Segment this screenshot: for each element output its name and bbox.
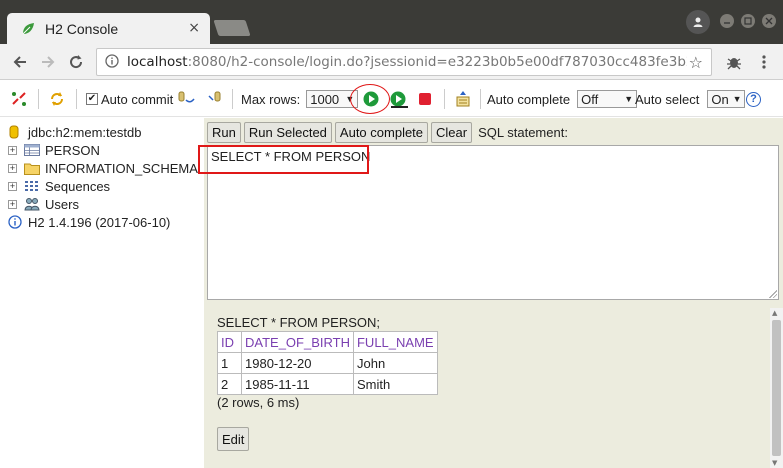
tree-item-label: PERSON [45, 142, 100, 158]
tree-item-label: INFORMATION_SCHEMA [45, 160, 198, 176]
result-summary: (2 rows, 6 ms) [217, 395, 300, 410]
commit-icon[interactable] [206, 89, 226, 109]
maximize-icon[interactable] [741, 14, 755, 28]
auto-complete-label: Auto complete [487, 91, 571, 107]
auto-commit-checkbox[interactable]: ✔ [86, 93, 98, 105]
resize-handle[interactable] [769, 290, 777, 298]
expand-icon[interactable]: + [8, 181, 17, 191]
table-header-row: ID DATE_OF_BIRTH FULL_NAME [217, 331, 438, 353]
auto-select-select[interactable]: On ▼ [707, 90, 746, 108]
sequences-icon [24, 179, 40, 193]
back-icon[interactable] [8, 50, 32, 74]
rollback-icon[interactable] [176, 89, 196, 109]
run-selected-icon[interactable] [389, 89, 409, 109]
table-cell: John [352, 352, 438, 374]
auto-commit-toggle[interactable]: ✔ Auto commit [86, 89, 173, 109]
history-icon[interactable] [454, 89, 472, 109]
browser-menu-icon[interactable] [752, 50, 776, 74]
table-cell: Smith [352, 373, 438, 395]
expand-icon[interactable]: + [8, 145, 17, 155]
browser-titlebar: H2 Console × [0, 0, 783, 44]
scrollbar-thumb[interactable] [772, 320, 781, 456]
h2-toolbar: ✔ Auto commit Max rows: 1000 ▼ Auto compl… [0, 81, 783, 117]
expand-icon[interactable]: + [8, 163, 17, 173]
expand-icon[interactable]: + [8, 199, 17, 209]
sql-highlight-box [198, 145, 369, 174]
sql-statement-label: SQL statement: [478, 124, 568, 140]
schema-tree: jdbc:h2:mem:testdb + PERSON + INFORMATIO… [0, 118, 204, 468]
table-row: 1 1980-12-20 John [217, 352, 438, 374]
table-cell: 1980-12-20 [241, 352, 354, 374]
column-header[interactable]: DATE_OF_BIRTH [241, 331, 354, 353]
table-icon [24, 143, 40, 157]
auto-complete-select[interactable]: Off ▼ [577, 90, 638, 108]
url-text: localhost:8080/h2-console/login.do?jsess… [127, 54, 687, 70]
browser-tab[interactable]: H2 Console × [7, 13, 210, 44]
table-cell: 1985-11-11 [241, 373, 354, 395]
run-selected-button[interactable]: Run Selected [243, 121, 332, 143]
auto-complete-button[interactable]: Auto complete [334, 121, 429, 143]
scroll-down-icon[interactable]: ▼ [772, 459, 777, 467]
tree-connection[interactable]: jdbc:h2:mem:testdb [8, 123, 141, 141]
version-label: H2 1.4.196 (2017-06-10) [28, 214, 171, 230]
tree-item-information-schema[interactable]: + INFORMATION_SCHEMA [8, 159, 198, 177]
column-header[interactable]: ID [217, 331, 242, 353]
page-info-icon[interactable] [105, 53, 119, 71]
column-header[interactable]: FULL_NAME [352, 331, 438, 353]
account-icon[interactable] [686, 10, 710, 34]
tab-close-icon[interactable]: × [188, 20, 200, 36]
table-cell: 2 [217, 373, 242, 395]
auto-commit-label: Auto commit [101, 91, 174, 107]
results-panel: SELECT * FROM PERSON; ID DATE_OF_BIRTH F… [207, 305, 779, 468]
max-rows-label: Max rows: [241, 91, 301, 107]
auto-complete-control: Auto complete Off ▼ [487, 89, 638, 109]
info-icon [8, 215, 22, 229]
minimize-icon[interactable] [720, 14, 734, 28]
forward-icon[interactable] [36, 50, 60, 74]
reload-icon[interactable] [64, 50, 88, 74]
tab-title: H2 Console [45, 20, 119, 37]
auto-select-control: Auto select On ▼ [635, 89, 746, 109]
run-highlight-circle [350, 84, 390, 114]
help-button[interactable]: ? [746, 89, 761, 109]
table-cell: 1 [217, 352, 242, 374]
refresh-icon[interactable] [48, 89, 66, 109]
edit-button[interactable]: Edit [217, 427, 250, 451]
close-window-icon[interactable] [762, 14, 776, 28]
result-table: ID DATE_OF_BIRTH FULL_NAME 1 1980-12-20 … [217, 331, 438, 395]
browser-navbar: localhost:8080/h2-console/login.do?jsess… [0, 44, 783, 80]
address-bar[interactable]: localhost:8080/h2-console/login.do?jsess… [96, 48, 712, 76]
bookmark-star-icon[interactable]: ☆ [689, 53, 703, 72]
h2-leaf-icon [21, 22, 35, 36]
tree-item-users[interactable]: + Users [8, 195, 79, 213]
tree-item-person[interactable]: + PERSON [8, 141, 100, 159]
help-icon: ? [746, 91, 761, 107]
clear-button[interactable]: Clear [431, 121, 473, 143]
table-row: 2 1985-11-11 Smith [217, 373, 438, 395]
max-rows-control: Max rows: 1000 ▼ [241, 89, 359, 109]
stop-icon[interactable] [417, 89, 433, 109]
extension-bug-icon[interactable] [722, 50, 746, 74]
auto-select-label: Auto select [635, 91, 700, 107]
result-statement: SELECT * FROM PERSON; [217, 315, 381, 330]
tree-item-label: Users [45, 196, 79, 212]
new-tab-button[interactable] [213, 20, 251, 36]
run-button[interactable]: Run [207, 121, 241, 143]
results-scrollbar[interactable]: ▲ ▼ [770, 308, 783, 468]
scroll-up-icon[interactable]: ▲ [772, 309, 777, 317]
tree-version: H2 1.4.196 (2017-06-10) [8, 213, 170, 231]
connection-label: jdbc:h2:mem:testdb [28, 124, 142, 140]
folder-icon [24, 161, 40, 175]
sql-button-bar: Run Run Selected Auto complete Clear SQL… [207, 121, 568, 143]
users-icon [24, 197, 40, 211]
tree-item-sequences[interactable]: + Sequences [8, 177, 110, 195]
disconnect-icon[interactable] [10, 89, 28, 109]
tree-item-label: Sequences [45, 178, 111, 194]
database-icon [8, 125, 20, 139]
